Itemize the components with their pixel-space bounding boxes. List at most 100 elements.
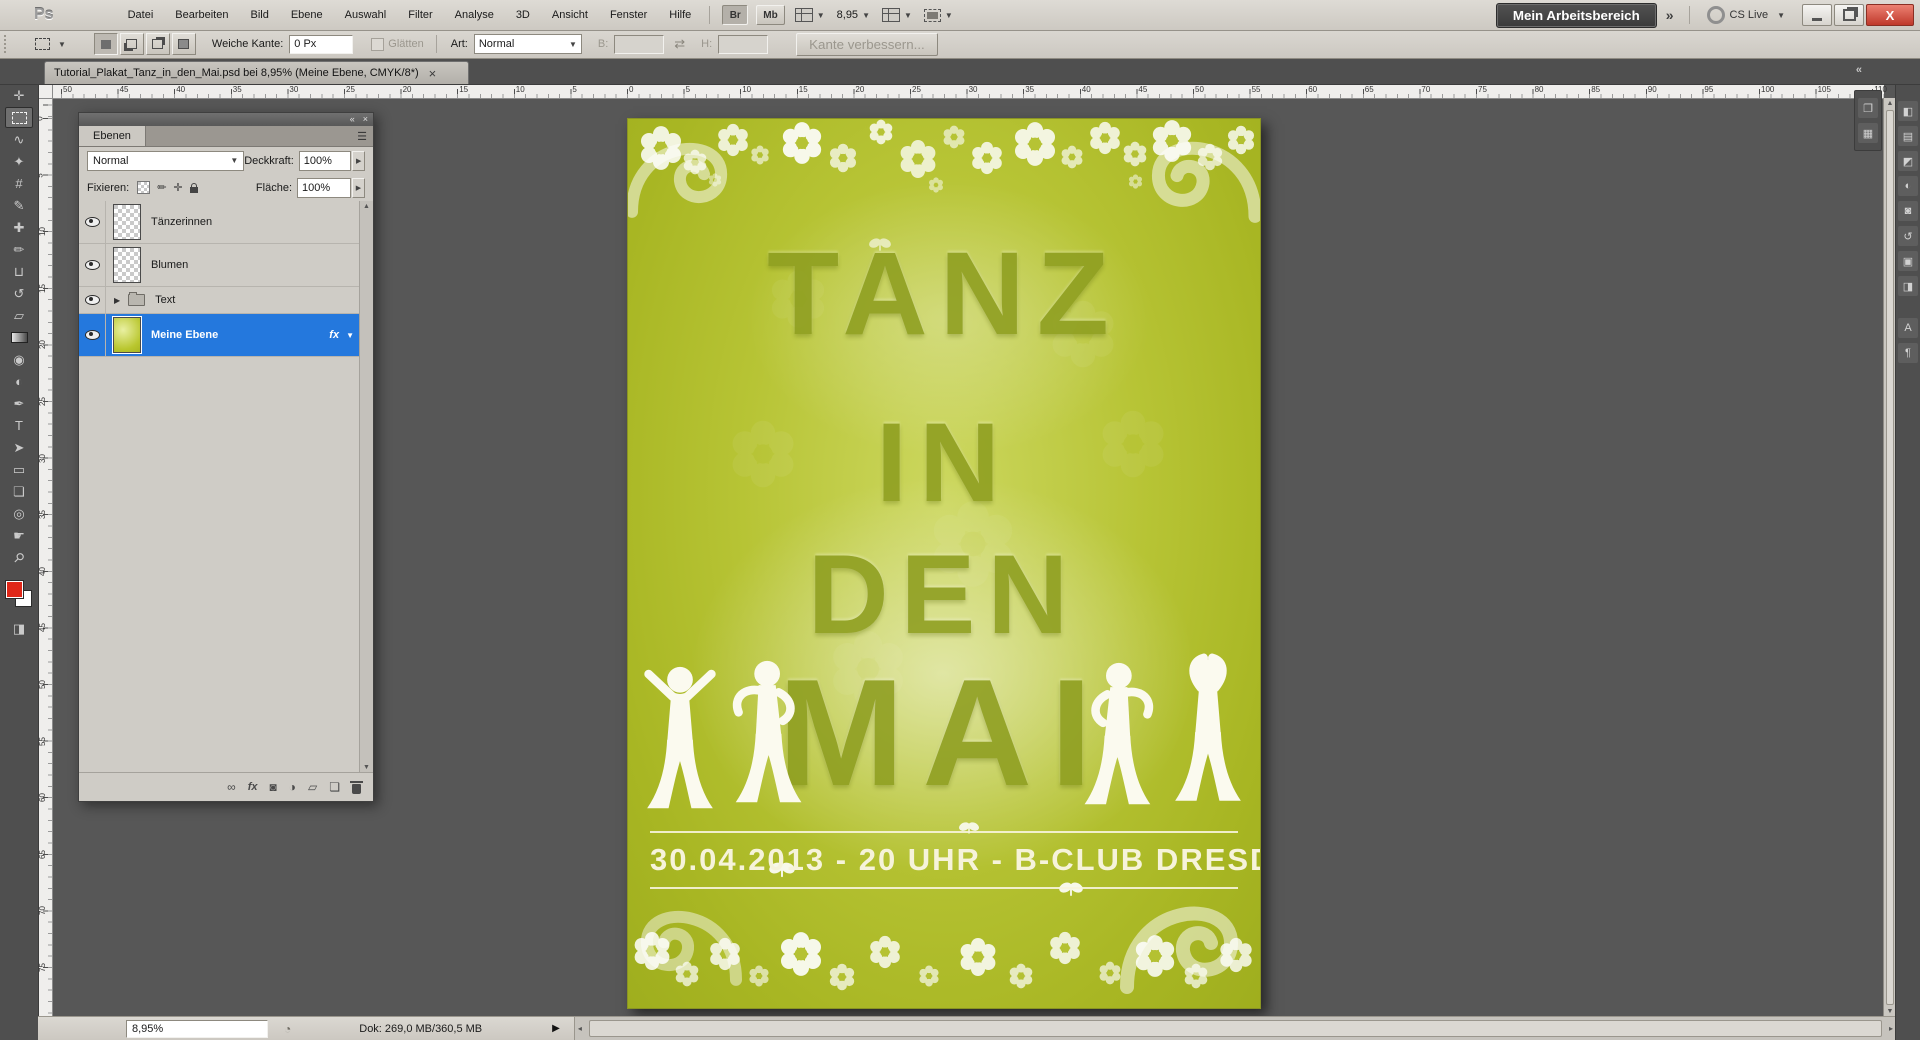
fill-slider-icon[interactable]: ▶	[352, 177, 365, 198]
workspace-overflow-chevrons[interactable]: »	[1666, 7, 1674, 23]
scroll-down-icon[interactable]: ▼	[1887, 1008, 1894, 1015]
character-panel-icon[interactable]: A	[1898, 318, 1918, 338]
lock-pixels-icon[interactable]: ✏	[157, 181, 166, 194]
refine-edge-button[interactable]: Kante verbessern...	[796, 32, 938, 56]
lock-position-icon[interactable]: ✛	[173, 181, 182, 194]
menu-item-auswahl[interactable]: Auswahl	[335, 6, 397, 24]
layer-row[interactable]: Meine Ebene fx ▼	[79, 314, 360, 357]
masks-panel-icon[interactable]: ◙	[1898, 201, 1918, 221]
menu-item-analyse[interactable]: Analyse	[445, 6, 504, 24]
opacity-slider-icon[interactable]: ▶	[352, 150, 365, 171]
quick-selection-tool[interactable]: ✦	[5, 151, 33, 172]
clone-stamp-tool[interactable]: ⊔	[5, 261, 33, 282]
intersect-selection-button[interactable]	[171, 33, 196, 55]
visibility-toggle[interactable]	[79, 201, 106, 243]
antialias-checkbox[interactable]	[371, 37, 385, 51]
swatches-panel-icon[interactable]: ▤	[1898, 126, 1918, 146]
hand-tool[interactable]: ☛	[5, 525, 33, 546]
eyedropper-tool[interactable]: ✎	[5, 195, 33, 216]
layer-thumbnail[interactable]	[112, 316, 142, 354]
menu-item-datei[interactable]: Datei	[118, 6, 164, 24]
menu-item-hilfe[interactable]: Hilfe	[659, 6, 701, 24]
layer-style-icon[interactable]: fx	[248, 781, 258, 793]
style-dropdown[interactable]: Normal ▼	[473, 34, 582, 54]
quick-mask-button[interactable]: ◨	[5, 618, 33, 639]
scrollbar-thumb[interactable]	[588, 1020, 1882, 1037]
minimize-button[interactable]	[1802, 4, 1832, 26]
history-brush-tool[interactable]: ↺	[5, 283, 33, 304]
layer-thumbnail[interactable]	[113, 204, 141, 240]
gradient-tool[interactable]	[5, 327, 33, 348]
collapse-panel-icon[interactable]: «	[350, 115, 355, 124]
scroll-left-icon[interactable]: ◂	[578, 1024, 582, 1033]
layer-effects-badge[interactable]: fx ▼	[329, 329, 354, 341]
view-extras-dropdown[interactable]: ▼	[794, 8, 825, 22]
vertical-ruler[interactable]: 0 5 10 15 20 25 30 35 40 45 50 55 60 65 70 75	[36, 98, 53, 1017]
feather-input[interactable]: 0 Px	[289, 34, 354, 54]
status-zoom-input[interactable]: 8,95%	[126, 1019, 268, 1038]
menu-item-fenster[interactable]: Fenster	[600, 6, 657, 24]
layer-row[interactable]: ▶ Text	[79, 287, 360, 314]
zoom-tool[interactable]: ⚲	[5, 547, 33, 568]
width-input[interactable]	[614, 34, 665, 54]
lock-all-icon[interactable]	[189, 182, 198, 193]
menu-item-bearbeiten[interactable]: Bearbeiten	[165, 6, 238, 24]
close-button[interactable]: X	[1866, 4, 1914, 26]
delete-layer-icon[interactable]	[350, 780, 363, 794]
link-layers-icon[interactable]: ∞	[227, 780, 236, 794]
menu-item-bild[interactable]: Bild	[240, 6, 278, 24]
restore-button[interactable]	[1834, 4, 1864, 26]
info-panel-icon[interactable]: ▣	[1898, 251, 1918, 271]
cs-live-dropdown[interactable]: CS Live ▼	[1706, 6, 1785, 24]
horizontal-scrollbar[interactable]: ◂ ▸	[573, 1017, 1896, 1040]
poster-document[interactable]: TANZ IN DEN MAI 30.04.2013 - 20 UHR - B-…	[627, 118, 1261, 1009]
close-tab-icon[interactable]: ×	[429, 67, 437, 80]
tab-overflow-icon[interactable]: «	[1856, 64, 1862, 76]
scroll-down-icon[interactable]: ▼	[363, 764, 370, 771]
tool-preset-picker[interactable]: ▼	[35, 38, 66, 50]
pen-tool[interactable]: ✒	[5, 393, 33, 414]
brush-tool[interactable]: ✏	[5, 239, 33, 260]
menu-item-filter[interactable]: Filter	[398, 6, 442, 24]
adjustment-layer-icon[interactable]: ◑	[289, 780, 296, 794]
path-selection-tool[interactable]: ➤	[5, 437, 33, 458]
collapsed-panel-icon-1[interactable]: ❐	[1858, 98, 1878, 118]
panel-menu-icon[interactable]: ☰	[357, 130, 367, 143]
document-tab[interactable]: Tutorial_Plakat_Tanz_in_den_Mai.psd bei …	[44, 61, 469, 84]
workspace-button[interactable]: Mein Arbeitsbereich	[1495, 2, 1657, 28]
launch-bridge-button[interactable]: Br	[722, 5, 749, 25]
3d-rotate-tool[interactable]: ❏	[5, 481, 33, 502]
eraser-tool[interactable]: ▱	[5, 305, 33, 326]
collapsed-panel-icon-2[interactable]: ▦	[1858, 123, 1878, 143]
navigator-panel-icon[interactable]: ◨	[1898, 276, 1918, 296]
visibility-toggle[interactable]	[79, 314, 106, 356]
launch-mini-bridge-button[interactable]: Mb	[756, 5, 785, 25]
new-layer-icon[interactable]: ❏	[329, 780, 340, 794]
move-tool[interactable]: ✛	[5, 85, 33, 106]
menu-item-ebene[interactable]: Ebene	[281, 6, 333, 24]
arrange-documents-dropdown[interactable]: ▼	[881, 8, 912, 22]
visibility-toggle[interactable]	[79, 244, 106, 286]
styles-panel-icon[interactable]: ◩	[1898, 151, 1918, 171]
blur-tool[interactable]: ◉	[5, 349, 33, 370]
healing-brush-tool[interactable]: ✚	[5, 217, 33, 238]
adjustments-panel-icon[interactable]: ◐	[1898, 176, 1918, 196]
opacity-input[interactable]: 100%	[298, 150, 352, 171]
layer-group-icon[interactable]: ▱	[308, 780, 317, 794]
lasso-tool[interactable]: ∿	[5, 129, 33, 150]
layer-row[interactable]: Tänzerinnen	[79, 201, 360, 244]
close-panel-icon[interactable]: ×	[363, 115, 368, 124]
screen-mode-dropdown[interactable]: ▼	[923, 8, 953, 22]
horizontal-ruler[interactable]: 50 45 40 35 30 25 20 15 10 5 0 5 10 15 20 25 30 35 40 45 50 5…	[52, 84, 1887, 99]
color-panel-icon[interactable]: ◧	[1898, 101, 1918, 121]
menu-item-3d[interactable]: 3D	[506, 6, 540, 24]
blend-mode-dropdown[interactable]: Normal ▼	[87, 150, 245, 171]
3d-orbit-tool[interactable]: ◎	[5, 503, 33, 524]
new-selection-button[interactable]	[93, 33, 118, 55]
subtract-from-selection-button[interactable]	[145, 33, 170, 55]
rectangular-marquee-tool[interactable]	[5, 107, 33, 128]
menu-item-ansicht[interactable]: Ansicht	[542, 6, 598, 24]
swap-dimensions-icon[interactable]: ⇄	[674, 36, 685, 52]
type-tool[interactable]: T	[5, 415, 33, 436]
scroll-up-icon[interactable]: ▲	[363, 203, 370, 210]
